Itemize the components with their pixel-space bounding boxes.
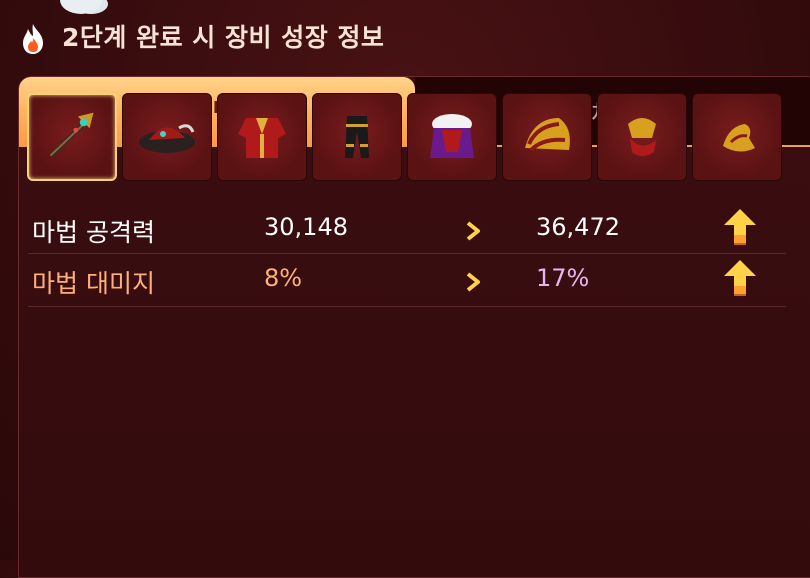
equipment-slot-shoes[interactable] (692, 93, 782, 181)
stat-row-magic-attack: 마법 공격력 30,148 36,472 (28, 203, 786, 254)
equipment-slot-row (27, 93, 782, 181)
equipment-slot-gloves[interactable] (597, 93, 687, 181)
cape-icon (430, 114, 474, 158)
stat-before-value: 30,148 (264, 213, 348, 241)
pants-icon (345, 116, 369, 158)
shoulder-icon (525, 118, 570, 152)
flame-icon (23, 24, 43, 54)
stat-label: 마법 공격력 (32, 218, 155, 247)
staff-weapon-icon (48, 112, 94, 158)
gloves-icon (628, 118, 656, 156)
arrow-up-icon (724, 260, 756, 296)
stat-after-value: 36,472 (536, 213, 620, 241)
top-armor-icon (238, 118, 286, 158)
arrow-up-icon (724, 209, 756, 245)
chevron-right-icon (466, 221, 480, 241)
shoes-icon (723, 124, 755, 152)
stat-label: 마법 대미지 (32, 269, 155, 298)
equipment-slot-shoulder[interactable] (502, 93, 592, 181)
stat-row-magic-damage: 마법 대미지 8% 17% (28, 254, 786, 307)
equipment-slot-cape[interactable] (407, 93, 497, 181)
hat-icon (139, 124, 195, 153)
page-title: 2단계 완료 시 장비 성장 정보 (62, 23, 385, 52)
stat-after-value: 17% (536, 264, 590, 292)
stat-comparison-list: 마법 공격력 30,148 36,472 마법 대미지 8% 17% (28, 203, 786, 307)
equipment-slot-staff[interactable] (27, 93, 117, 181)
title-bar: 2단계 완료 시 장비 성장 정보 (0, 0, 810, 72)
stat-before-value: 8% (264, 264, 303, 292)
equipment-slot-pants[interactable] (312, 93, 402, 181)
equipment-slot-top[interactable] (217, 93, 307, 181)
chevron-right-icon (466, 272, 480, 292)
equipment-slot-hat[interactable] (122, 93, 212, 181)
cloud-icon (60, 0, 102, 14)
